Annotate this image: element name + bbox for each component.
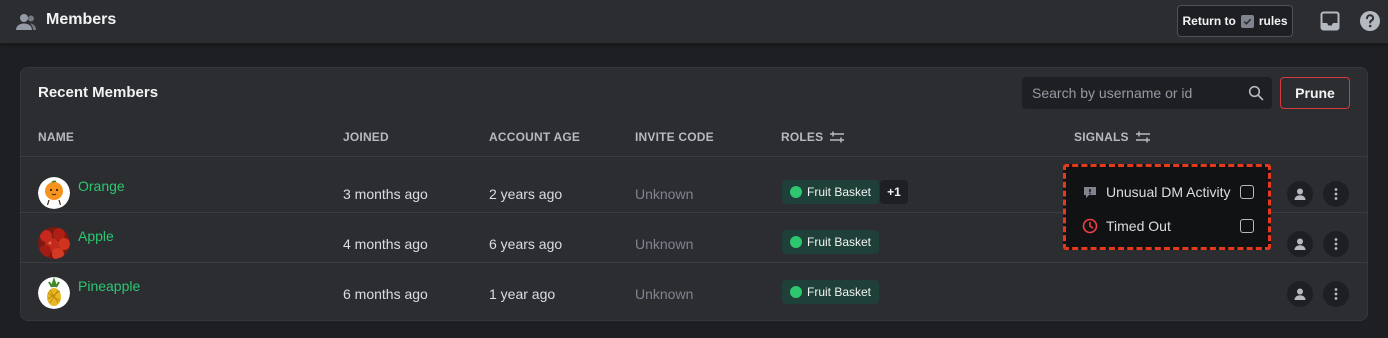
filter-icon[interactable] [1135, 130, 1151, 144]
column-header-invite-code-label: INVITE CODE [635, 130, 714, 144]
help-icon[interactable] [1358, 9, 1382, 33]
more-options-button[interactable] [1323, 231, 1349, 257]
more-vertical-icon [1334, 288, 1338, 300]
table-row[interactable]: Pineapple 6 months ago 1 year ago Unknow… [21, 263, 1367, 313]
invite-code-value: Unknown [635, 286, 694, 302]
top-bar: Members Return to rules [0, 0, 1388, 44]
page-title: Members [46, 11, 117, 28]
member-name-link[interactable]: Pineapple [78, 278, 140, 294]
account-age-value: 2 years ago [489, 186, 563, 202]
message-alert-icon [1084, 187, 1096, 198]
signal-checkbox[interactable] [1240, 219, 1254, 233]
role-color-dot [790, 286, 802, 298]
column-header-account-age: ACCOUNT AGE [489, 130, 580, 144]
column-header-invite-code: INVITE CODE [635, 130, 714, 144]
column-header-name: NAME [38, 130, 74, 144]
more-options-button[interactable] [1323, 181, 1349, 207]
column-header-joined-label: JOINED [343, 130, 389, 144]
search-icon [1248, 85, 1264, 101]
invite-code-value: Unknown [635, 236, 694, 252]
column-header-roles[interactable]: ROLES [781, 130, 845, 144]
return-prefix: Return to [1182, 14, 1236, 28]
search-input[interactable] [1022, 77, 1272, 109]
member-name-link[interactable]: Orange [78, 178, 125, 194]
user-icon [1294, 188, 1306, 200]
return-suffix: rules [1258, 14, 1288, 28]
column-header-name-label: NAME [38, 130, 75, 144]
joined-value: 3 months ago [343, 186, 428, 202]
more-roles-badge[interactable]: +1 [880, 180, 908, 204]
account-age-value: 1 year ago [489, 286, 556, 302]
user-icon [1294, 288, 1306, 300]
signals-filter-menu: Unusual DM Activity Timed Out [1063, 164, 1271, 250]
avatar [38, 277, 70, 309]
checkbox-icon [1240, 14, 1254, 28]
invite-code-value: Unknown [635, 186, 694, 202]
members-icon [16, 14, 36, 30]
signal-checkbox[interactable] [1240, 185, 1254, 199]
signal-option-label: Unusual DM Activity [1106, 184, 1231, 200]
role-pill[interactable]: Fruit Basket [782, 180, 880, 204]
return-to-rules-button[interactable]: Return to rules [1177, 5, 1293, 37]
role-pill[interactable]: Fruit Basket [782, 280, 880, 304]
view-profile-button[interactable] [1287, 231, 1313, 257]
avatar [38, 177, 70, 209]
role-label: Fruit Basket [807, 185, 872, 199]
signal-option-timed-out[interactable]: Timed Out [1066, 209, 1268, 243]
view-profile-button[interactable] [1287, 281, 1313, 307]
joined-value: 4 months ago [343, 236, 428, 252]
panel-title: Recent Members [38, 84, 159, 101]
row-divider [21, 156, 1367, 157]
signal-option-label: Timed Out [1106, 218, 1171, 234]
filter-icon[interactable] [829, 130, 845, 144]
role-label: Fruit Basket [807, 235, 872, 249]
role-color-dot [790, 236, 802, 248]
view-profile-button[interactable] [1287, 181, 1313, 207]
account-age-value: 6 years ago [489, 236, 563, 252]
more-vertical-icon [1334, 188, 1338, 200]
role-label: Fruit Basket [807, 285, 872, 299]
member-name-link[interactable]: Apple [78, 228, 114, 244]
column-header-joined: JOINED [343, 130, 389, 144]
signal-option-unusual-dm-activity[interactable]: Unusual DM Activity [1066, 175, 1268, 209]
role-color-dot [790, 186, 802, 198]
joined-value: 6 months ago [343, 286, 428, 302]
role-pill[interactable]: Fruit Basket [782, 230, 880, 254]
column-header-signals[interactable]: SIGNALS [1074, 130, 1151, 144]
avatar [38, 227, 70, 259]
user-icon [1294, 238, 1306, 250]
prune-button[interactable]: Prune [1280, 77, 1350, 109]
clock-icon [1082, 218, 1098, 234]
more-options-button[interactable] [1323, 281, 1349, 307]
column-header-signals-label: SIGNALS [1074, 130, 1129, 144]
column-header-account-age-label: ACCOUNT AGE [489, 130, 581, 144]
column-header-roles-label: ROLES [781, 130, 824, 144]
inbox-icon[interactable] [1319, 10, 1341, 32]
more-vertical-icon [1334, 238, 1338, 250]
